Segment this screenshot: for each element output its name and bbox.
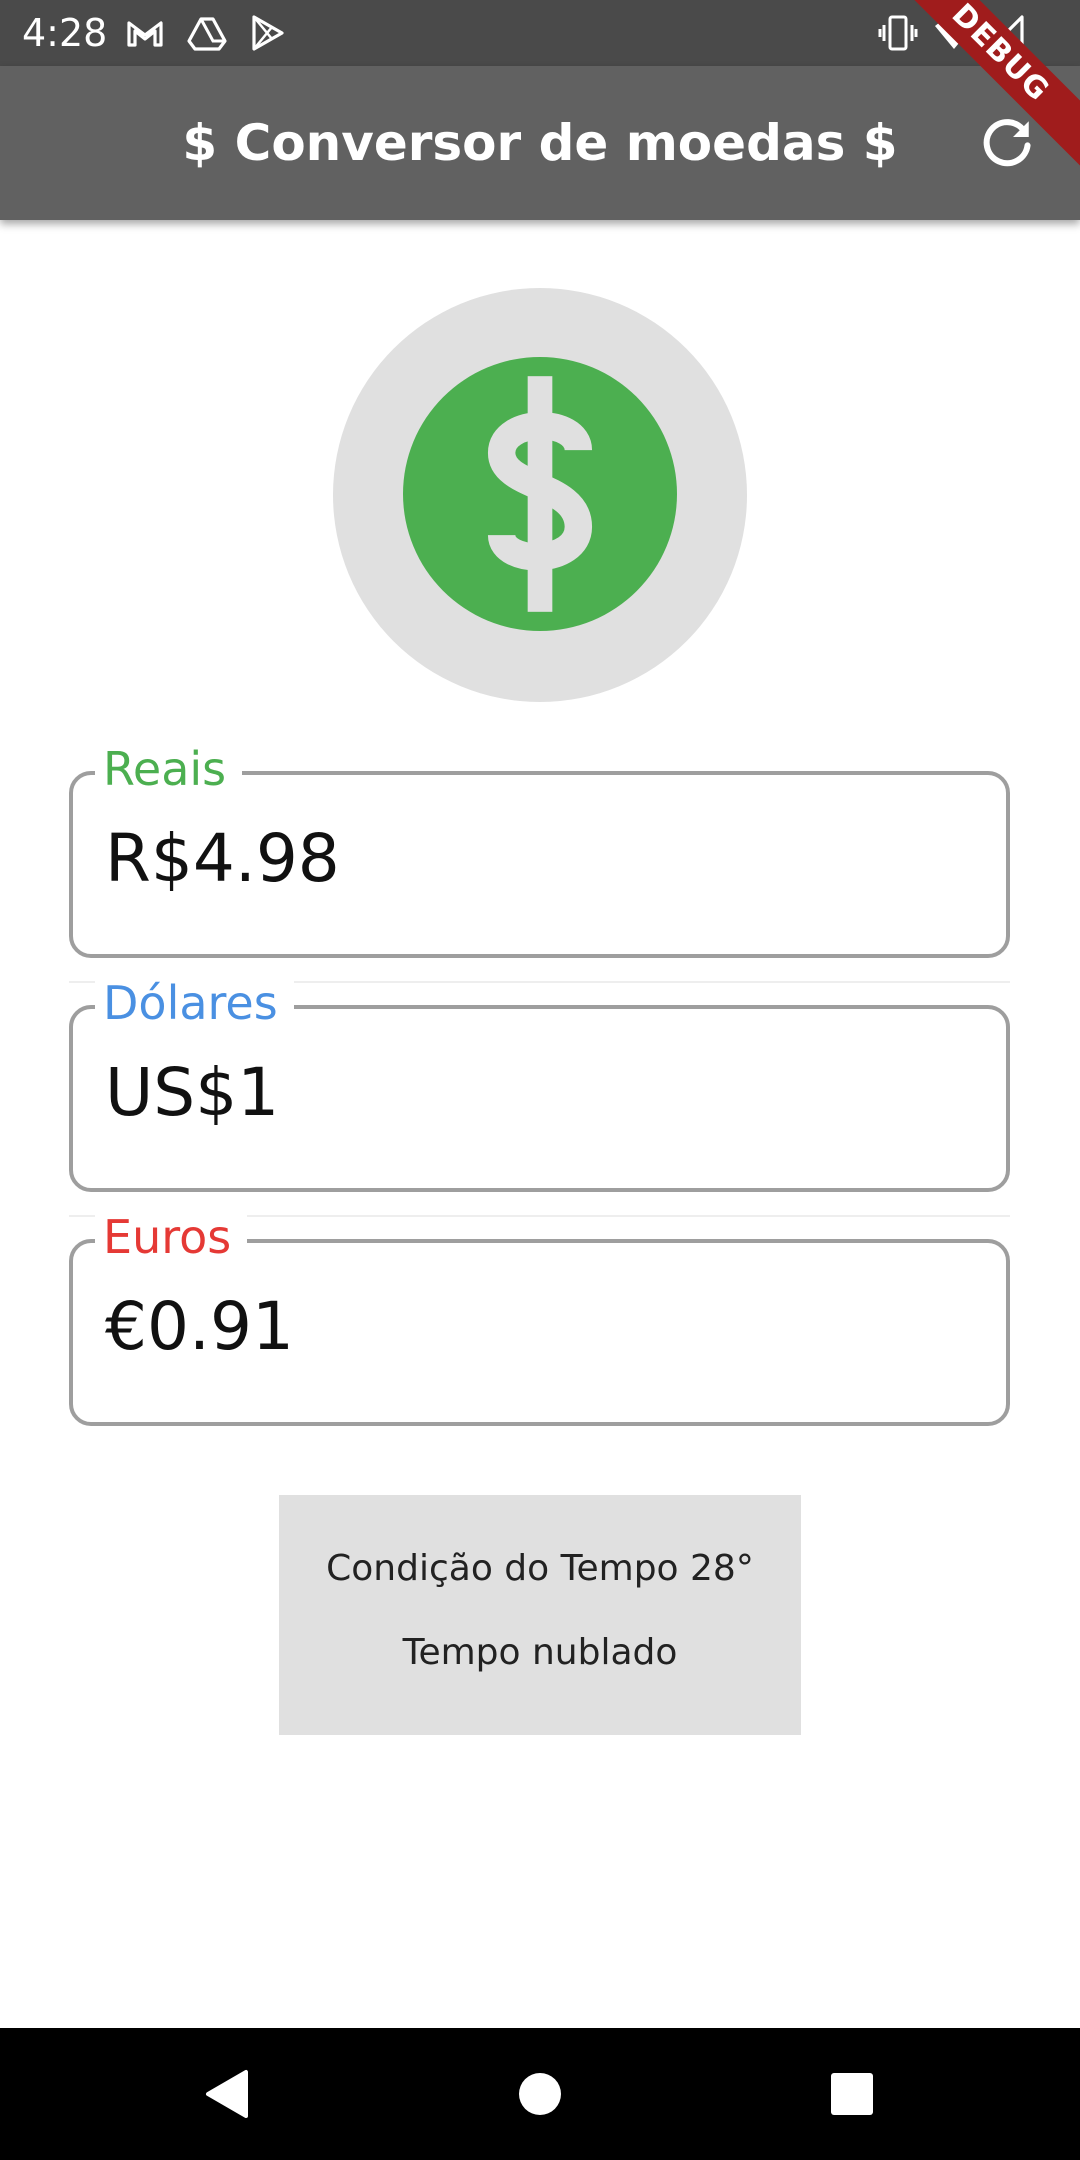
screen: 4:28 DEBUG $ Conversor de moedas $ Reais… [0,0,1080,2160]
status-bar: 4:28 [0,0,1080,66]
weather-description: Tempo nublado [402,1632,678,1673]
status-time: 4:28 [22,11,108,55]
euros-field[interactable]: Euros €0.91 [69,1209,1010,1426]
dolares-input[interactable]: US$1 [105,1053,965,1133]
app-bar: $ Conversor de moedas $ [0,66,1080,220]
euros-input[interactable]: €0.91 [105,1287,965,1367]
vibrate-icon [878,13,918,53]
home-icon [519,2073,561,2115]
recents-icon [831,2073,873,2115]
home-button[interactable] [512,2066,568,2122]
drive-icon [187,13,227,53]
back-icon [206,2070,248,2118]
app-title: $ Conversor de moedas $ [182,114,898,172]
monetization-on-icon [403,357,677,631]
refresh-button[interactable] [978,114,1036,172]
play-store-icon [248,13,288,53]
dolares-field[interactable]: Dólares US$1 [69,975,1010,1192]
reais-field[interactable]: Reais R$4.98 [69,741,1010,958]
back-button[interactable] [200,2066,256,2122]
reais-label: Reais [95,741,243,797]
euros-label: Euros [95,1209,248,1265]
navigation-bar [0,2028,1080,2160]
reais-input[interactable]: R$4.98 [105,819,965,899]
weather-condition: Condição do Tempo 28° [326,1548,754,1589]
recents-button[interactable] [824,2066,880,2122]
gmail-icon [125,13,165,53]
refresh-icon [983,119,1031,167]
dolares-label: Dólares [95,975,294,1031]
weather-card: Condição do Tempo 28° Tempo nublado [279,1495,801,1735]
